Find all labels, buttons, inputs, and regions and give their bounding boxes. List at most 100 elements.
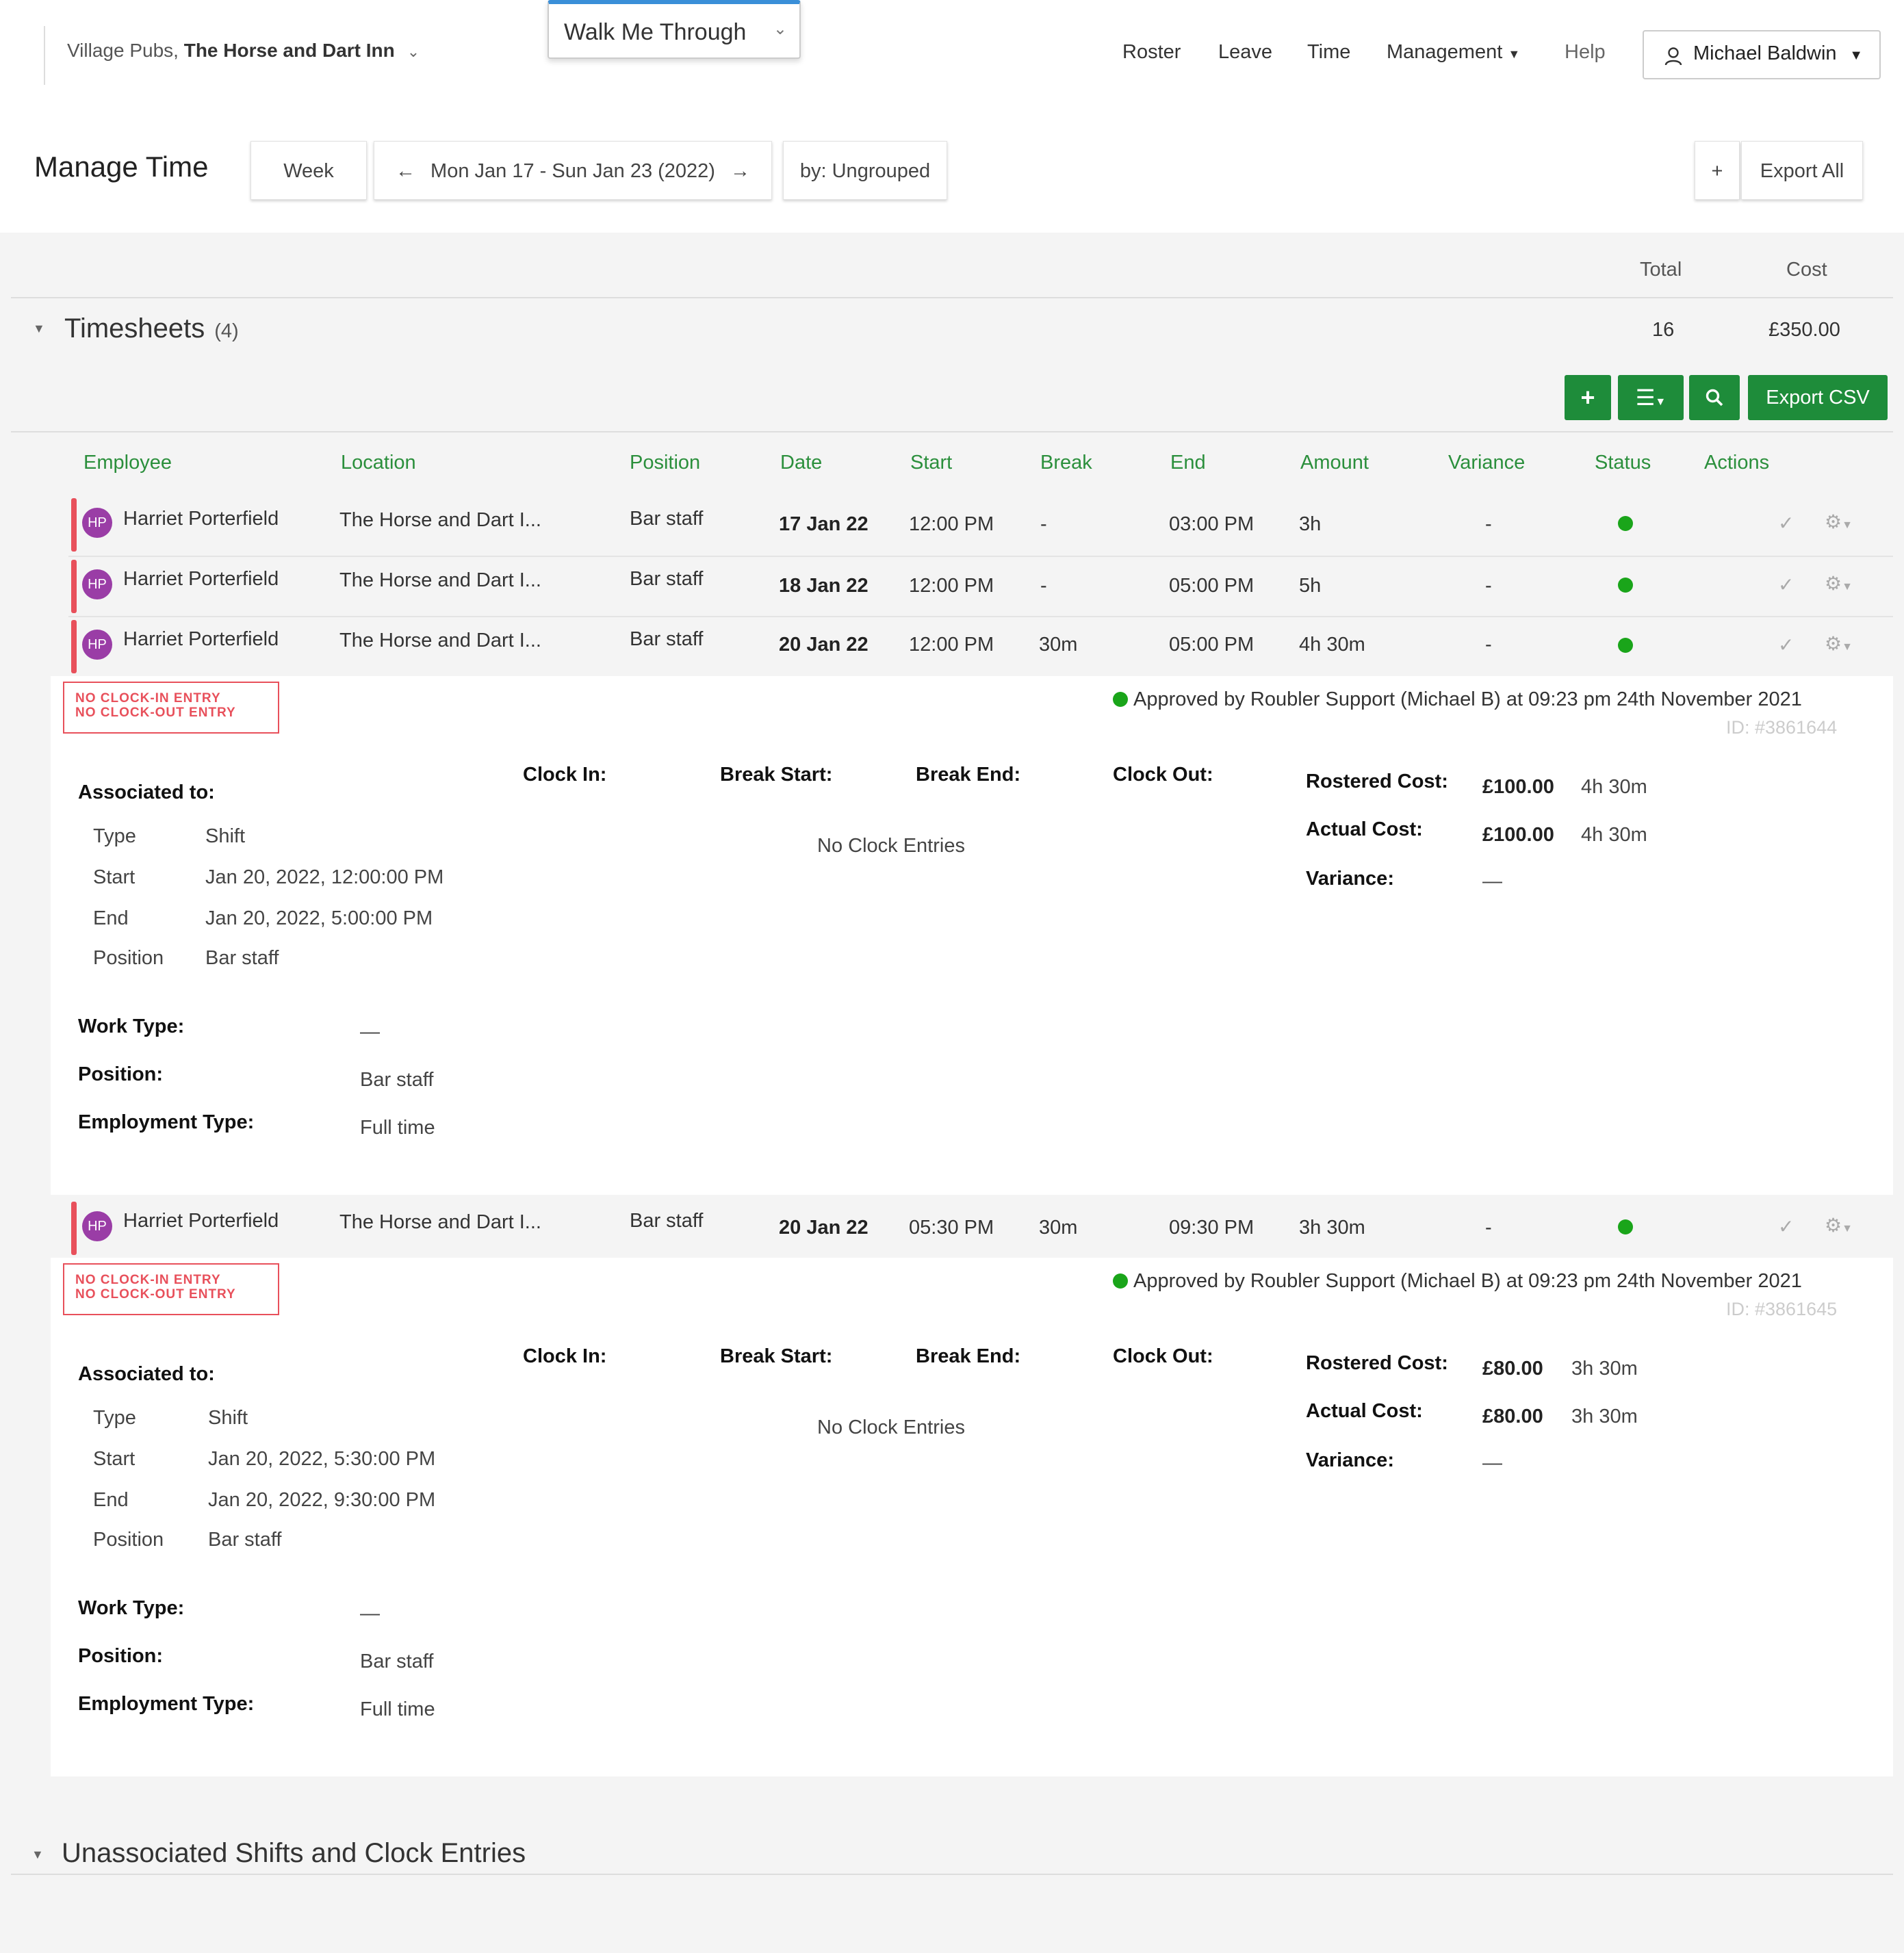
position-value: Bar staff: [208, 1529, 282, 1551]
status-approved-dot: [1618, 1219, 1633, 1234]
list-menu-button[interactable]: ☰▼: [1618, 375, 1684, 420]
col-status[interactable]: Status: [1595, 452, 1651, 474]
gear-icon[interactable]: ⚙▼: [1825, 510, 1853, 533]
position-label: Position: [93, 947, 164, 969]
employee-name[interactable]: Harriet Porterfield: [123, 628, 279, 651]
col-start[interactable]: Start: [910, 452, 952, 474]
no-clock-entries: No Clock Entries: [817, 1417, 965, 1438]
nav-time[interactable]: Time: [1307, 41, 1350, 64]
end: 03:00 PM: [1169, 513, 1255, 535]
variance-value: —: [1482, 870, 1502, 892]
end: 09:30 PM: [1169, 1217, 1255, 1239]
col-end[interactable]: End: [1170, 452, 1206, 474]
org-selector[interactable]: Village Pubs, The Horse and Dart Inn ⌄: [67, 40, 420, 62]
rostered-time-value: 4h 30m: [1581, 776, 1647, 798]
timesheet-id: ID: #3861645: [1726, 1299, 1838, 1319]
check-circle-icon[interactable]: ✓: [1778, 1215, 1794, 1238]
walk-me-through-dropdown[interactable]: Walk Me Through ⌄: [548, 0, 801, 59]
type-label: Type: [93, 825, 136, 847]
col-variance[interactable]: Variance: [1448, 452, 1525, 474]
export-csv-button[interactable]: Export CSV: [1748, 375, 1888, 420]
date: 20 Jan 22: [779, 1217, 869, 1239]
col-break[interactable]: Break: [1040, 452, 1092, 474]
plus-icon: +: [1580, 383, 1595, 411]
gear-icon[interactable]: ⚙▼: [1825, 572, 1853, 595]
col-date[interactable]: Date: [780, 452, 822, 474]
location: The Horse and Dart I...: [339, 509, 541, 531]
col-actions: Actions: [1704, 452, 1770, 474]
col-employee[interactable]: Employee: [83, 452, 172, 474]
rostered-cost-label: Rostered Cost:: [1306, 771, 1448, 792]
timesheet-detail-panel: [51, 1258, 1893, 1776]
variance: -: [1485, 575, 1492, 597]
work-type-label: Work Type:: [78, 1016, 185, 1037]
add-timesheet-button[interactable]: +: [1565, 375, 1611, 420]
date: 20 Jan 22: [779, 634, 869, 656]
group-by-button[interactable]: by: Ungrouped: [783, 141, 947, 200]
position: Bar staff: [630, 508, 704, 530]
table-row[interactable]: HP Harriet Porterfield The Horse and Dar…: [68, 495, 1893, 554]
collapse-caret-icon[interactable]: ▼: [33, 322, 45, 336]
avatar: HP: [82, 569, 112, 599]
avatar: HP: [82, 630, 112, 660]
avatar: HP: [82, 508, 112, 538]
top-navbar: Village Pubs, The Horse and Dart Inn ⌄ Wa…: [0, 0, 1904, 109]
table-row[interactable]: HP Harriet Porterfield The Horse and Dar…: [68, 1199, 1893, 1258]
gear-icon[interactable]: ⚙▼: [1825, 632, 1853, 655]
variance-value: —: [1482, 1452, 1502, 1474]
break: 30m: [1039, 634, 1078, 656]
chevron-down-icon: ⌄: [407, 43, 420, 60]
employee-name[interactable]: Harriet Porterfield: [123, 1210, 279, 1232]
divider: [11, 1874, 1893, 1875]
timesheets-title[interactable]: Timesheets (4): [64, 313, 239, 344]
table-row[interactable]: HP Harriet Porterfield The Horse and Dar…: [68, 617, 1893, 676]
check-circle-icon[interactable]: ✓: [1778, 512, 1794, 534]
week-button[interactable]: Week: [250, 141, 367, 200]
user-menu-button[interactable]: Michael Baldwin ▼: [1643, 30, 1881, 79]
col-position[interactable]: Position: [630, 452, 700, 474]
amount: 3h: [1299, 513, 1322, 535]
date-range-picker[interactable]: ← Mon Jan 17 - Sun Jan 23 (2022) →: [374, 141, 772, 200]
start-label: Start: [93, 1448, 136, 1470]
nav-leave[interactable]: Leave: [1218, 41, 1272, 64]
end-label: End: [93, 907, 129, 929]
collapse-caret-icon[interactable]: ▼: [31, 1848, 44, 1862]
nav-help[interactable]: Help: [1565, 41, 1606, 64]
col-amount[interactable]: Amount: [1300, 452, 1369, 474]
break-start-label: Break Start:: [720, 764, 833, 786]
approval-status: Approved by Roubler Support (Michael B) …: [1113, 1270, 1802, 1293]
position2-value: Bar staff: [360, 1651, 434, 1672]
actual-cost-label: Actual Cost:: [1306, 1400, 1423, 1422]
plus-button[interactable]: +: [1695, 141, 1740, 200]
divider: [11, 431, 1893, 432]
rostered-time-value: 3h 30m: [1571, 1358, 1638, 1380]
check-circle-icon[interactable]: ✓: [1778, 634, 1794, 656]
employee-name[interactable]: Harriet Porterfield: [123, 568, 279, 591]
status-approved-dot: [1618, 578, 1633, 593]
break-end-label: Break End:: [916, 1345, 1021, 1367]
status-approved-dot: [1618, 516, 1633, 531]
employee-name[interactable]: Harriet Porterfield: [123, 508, 279, 530]
export-all-button[interactable]: Export All: [1741, 141, 1863, 200]
break: -: [1040, 575, 1047, 597]
table-row[interactable]: HP Harriet Porterfield The Horse and Dar…: [68, 557, 1893, 616]
no-clock-entries: No Clock Entries: [817, 835, 965, 857]
break: 30m: [1039, 1217, 1078, 1239]
check-circle-icon[interactable]: ✓: [1778, 573, 1794, 596]
arrow-left-icon[interactable]: ←: [396, 160, 415, 182]
search-button[interactable]: [1689, 375, 1740, 420]
total-value: 16: [1652, 319, 1675, 341]
unassociated-title[interactable]: Unassociated Shifts and Clock Entries: [62, 1838, 526, 1869]
employment-type-value: Full time: [360, 1117, 435, 1139]
col-location[interactable]: Location: [341, 452, 416, 474]
end: 05:00 PM: [1169, 575, 1255, 597]
nav-roster[interactable]: Roster: [1122, 41, 1181, 64]
status-dot: [1113, 692, 1128, 707]
gear-icon[interactable]: ⚙▼: [1825, 1214, 1853, 1237]
work-type-label: Work Type:: [78, 1597, 185, 1619]
nav-management[interactable]: Management ▼: [1387, 41, 1520, 64]
arrow-right-icon[interactable]: →: [730, 160, 750, 182]
actual-cost-value: £100.00: [1482, 824, 1554, 846]
location: The Horse and Dart I...: [339, 1211, 541, 1233]
work-type-value: —: [360, 1021, 380, 1043]
